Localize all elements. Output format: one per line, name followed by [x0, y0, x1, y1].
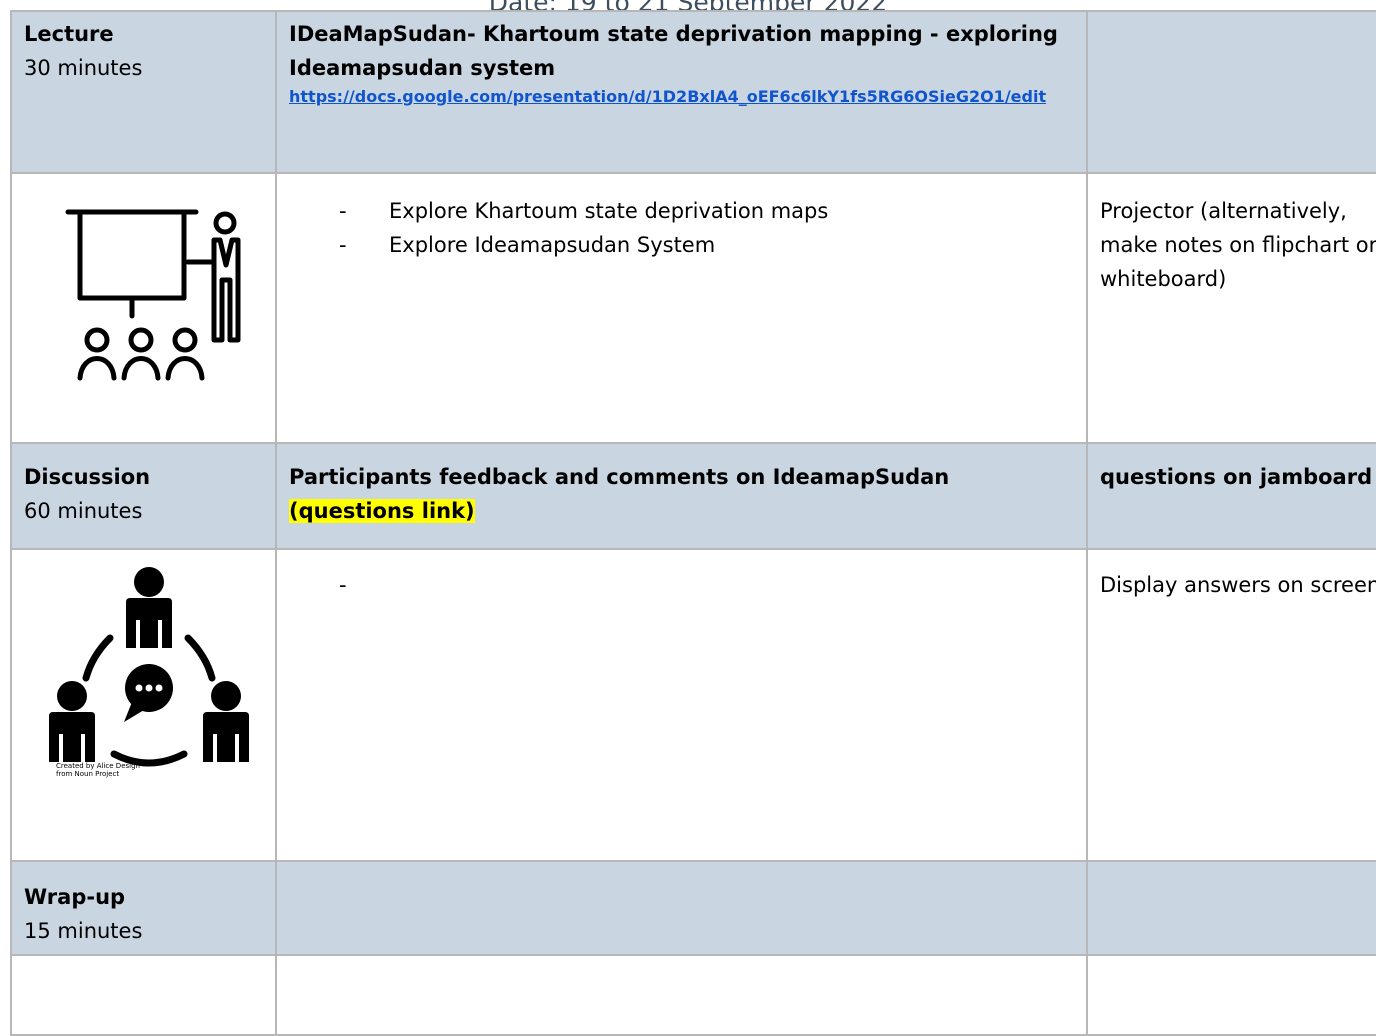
- wrapup-items-cell: [275, 954, 1088, 1036]
- lecture-title-cell: IDeaMapSudan- Khartoum state deprivation…: [275, 10, 1088, 174]
- activity-duration: 60 minutes: [24, 499, 143, 523]
- discussion-items-cell: [275, 548, 1088, 862]
- lecture-content-row: Explore Khartoum state deprivation maps …: [10, 172, 1376, 444]
- activity-type: Lecture: [24, 22, 114, 46]
- discussion-title-cell: Participants feedback and comments on Id…: [275, 442, 1088, 550]
- lecture-header-row: Lecture 30 minutes IDeaMapSudan- Khartou…: [10, 10, 1376, 174]
- wrapup-materials-header-cell: [1086, 860, 1376, 956]
- materials-header: questions on jamboard: [1100, 465, 1373, 489]
- activity-duration: 15 minutes: [24, 919, 143, 943]
- presentation-link[interactable]: https://docs.google.com/presentation/d/1…: [289, 85, 1086, 109]
- icon-credit: Created by Alice Design from Noun Projec…: [56, 762, 140, 778]
- icon-credit-line: Created by Alice Design: [56, 762, 140, 770]
- lecture-materials-cell: Projector (alternatively, make notes on …: [1086, 172, 1376, 444]
- wrapup-title-cell: [275, 860, 1088, 956]
- activity-type: Discussion: [24, 465, 151, 489]
- wrapup-content-row: [10, 954, 1376, 1036]
- list-item: Explore Khartoum state deprivation maps: [339, 194, 1086, 228]
- lecture-items-cell: Explore Khartoum state deprivation maps …: [275, 172, 1088, 444]
- lecture-activity-cell: Lecture 30 minutes: [10, 10, 277, 174]
- materials-text: Projector (alternatively, make notes on …: [1100, 199, 1376, 291]
- wrapup-materials-cell: [1086, 954, 1376, 1036]
- wrapup-header-row: Wrap-up 15 minutes: [10, 860, 1376, 956]
- questions-link[interactable]: (questions link): [289, 499, 475, 523]
- icon-credit-line: from Noun Project: [56, 770, 120, 778]
- list-item: Explore Ideamapsudan System: [339, 228, 1086, 262]
- discussion-materials-cell: Display answers on screen: [1086, 548, 1376, 862]
- lecture-items-list: Explore Khartoum state deprivation maps …: [289, 194, 1086, 262]
- discussion-content-row: Created by Alice Design from Noun Projec…: [10, 548, 1376, 862]
- lecture-materials-header-cell: [1086, 10, 1376, 174]
- discussion-activity-cell: Discussion 60 minutes: [10, 442, 277, 550]
- discussion-title: Participants feedback and comments on Id…: [289, 465, 950, 489]
- materials-text: Display answers on screen: [1100, 573, 1376, 597]
- discussion-icon-cell: Created by Alice Design from Noun Projec…: [10, 548, 277, 862]
- discussion-materials-header-cell: questions on jamboard: [1086, 442, 1376, 550]
- session-plan-table: Lecture 30 minutes IDeaMapSudan- Khartou…: [10, 10, 1376, 1036]
- lecture-icon-cell: [10, 172, 277, 444]
- group-discussion-icon: [49, 567, 249, 767]
- activity-type: Wrap-up: [24, 885, 126, 909]
- lecture-title: IDeaMapSudan- Khartoum state deprivation…: [289, 22, 1058, 80]
- discussion-header-row: Discussion 60 minutes Participants feedb…: [10, 442, 1376, 550]
- wrapup-icon-cell: [10, 954, 277, 1036]
- presentation-icon: [65, 209, 241, 381]
- wrapup-activity-cell: Wrap-up 15 minutes: [10, 860, 277, 956]
- activity-duration: 30 minutes: [24, 56, 143, 80]
